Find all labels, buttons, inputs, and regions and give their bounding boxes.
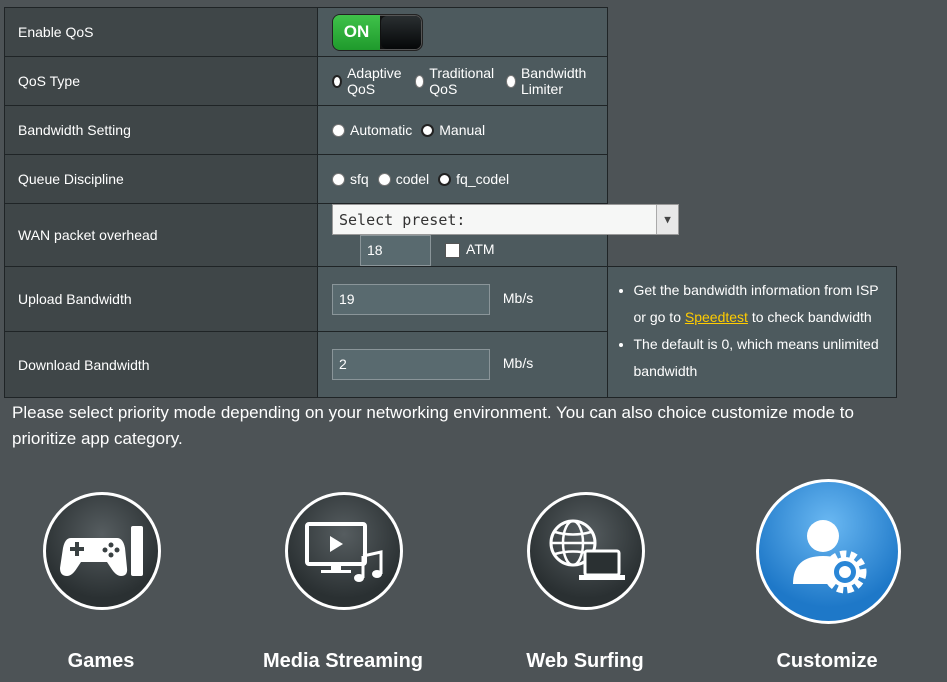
upload-bandwidth-input[interactable]: 19 [332, 283, 490, 315]
toggle-knob [381, 15, 421, 49]
queue-discipline-label: Queue Discipline [4, 154, 318, 204]
radio-dot-icon [506, 74, 516, 88]
bandwidth-info-panel: Get the bandwidth information from ISP o… [606, 266, 897, 398]
radio-bandwidth-limiter[interactable]: Bandwidth Limiter [506, 65, 597, 97]
qos-type-label: QoS Type [4, 56, 318, 106]
radio-dot-icon [421, 123, 435, 137]
download-bandwidth-label: Download Bandwidth [4, 331, 318, 398]
radio-fq-codel[interactable]: fq_codel [438, 171, 509, 187]
upload-unit: Mb/s [502, 289, 534, 306]
atm-checkbox[interactable] [444, 243, 460, 258]
wan-overhead-label: WAN packet overhead [4, 203, 318, 267]
web-surfing-icon[interactable] [527, 492, 645, 610]
row-enable-qos: Enable QoS ON [4, 7, 897, 57]
radio-manual[interactable]: Manual [421, 122, 485, 138]
priority-mode-description: Please select priority mode depending on… [12, 403, 854, 448]
radio-automatic[interactable]: Automatic [332, 122, 412, 138]
queue-discipline-radio-group: sfq codel fq_codel [332, 171, 607, 187]
mode-web-surfing-label: Web Surfing [526, 650, 644, 672]
row-qos-type: QoS Type Adaptive QoS Traditional QoS Ba… [4, 56, 897, 106]
radio-sfq[interactable]: sfq [332, 171, 369, 187]
download-bandwidth-input[interactable]: 2 [332, 349, 490, 380]
priority-modes: Games Media Streaming Web Surfing Custom… [0, 475, 947, 682]
chevron-down-icon[interactable]: ▼ [656, 205, 678, 234]
media-streaming-icon[interactable] [285, 492, 403, 610]
mode-customize-label: Customize [776, 650, 878, 672]
radio-dot-icon [377, 172, 391, 186]
bandwidth-setting-radio-group: Automatic Manual [332, 122, 607, 138]
radio-dot-icon [332, 74, 343, 88]
qos-settings-table: Enable QoS ON QoS Type Adaptive QoS Trad… [4, 7, 897, 398]
gamepad-icon[interactable] [43, 492, 161, 610]
radio-dot-icon [438, 172, 452, 186]
mode-games-label: Games [67, 650, 135, 672]
toggle-on-text: ON [333, 14, 380, 50]
overhead-input[interactable]: 18 [360, 235, 431, 266]
preset-select[interactable]: Select preset: ▼ [332, 204, 679, 235]
radio-dot-icon [414, 74, 425, 88]
mode-media-streaming-label: Media Streaming [262, 650, 424, 672]
radio-dot-icon [332, 123, 345, 137]
radio-codel[interactable]: codel [377, 171, 429, 187]
row-bandwidth-setting: Bandwidth Setting Automatic Manual [4, 105, 897, 155]
upload-bandwidth-label: Upload Bandwidth [4, 266, 318, 332]
enable-qos-label: Enable QoS [4, 7, 318, 57]
preset-select-value: Select preset: [339, 210, 466, 229]
radio-traditional-qos[interactable]: Traditional QoS [414, 65, 498, 97]
row-queue-discipline: Queue Discipline sfq codel fq_codel [4, 154, 897, 204]
row-upload-bandwidth: Upload Bandwidth 19 Mb/s Get the bandwid… [4, 266, 897, 398]
customize-icon[interactable] [756, 479, 901, 624]
speedtest-link[interactable]: Speedtest [685, 309, 748, 325]
info-default-note: The default is 0, which means unlimited … [634, 331, 887, 385]
enable-qos-toggle[interactable]: ON [332, 13, 423, 51]
download-unit: Mb/s [502, 355, 534, 372]
row-wan-overhead: WAN packet overhead Select preset: ▼ 18 … [4, 203, 897, 267]
radio-dot-icon [332, 172, 345, 186]
qos-type-radio-group: Adaptive QoS Traditional QoS Bandwidth L… [332, 65, 607, 97]
radio-adaptive-qos[interactable]: Adaptive QoS [332, 65, 406, 97]
bandwidth-setting-label: Bandwidth Setting [4, 105, 318, 155]
atm-label: ATM [466, 241, 495, 258]
